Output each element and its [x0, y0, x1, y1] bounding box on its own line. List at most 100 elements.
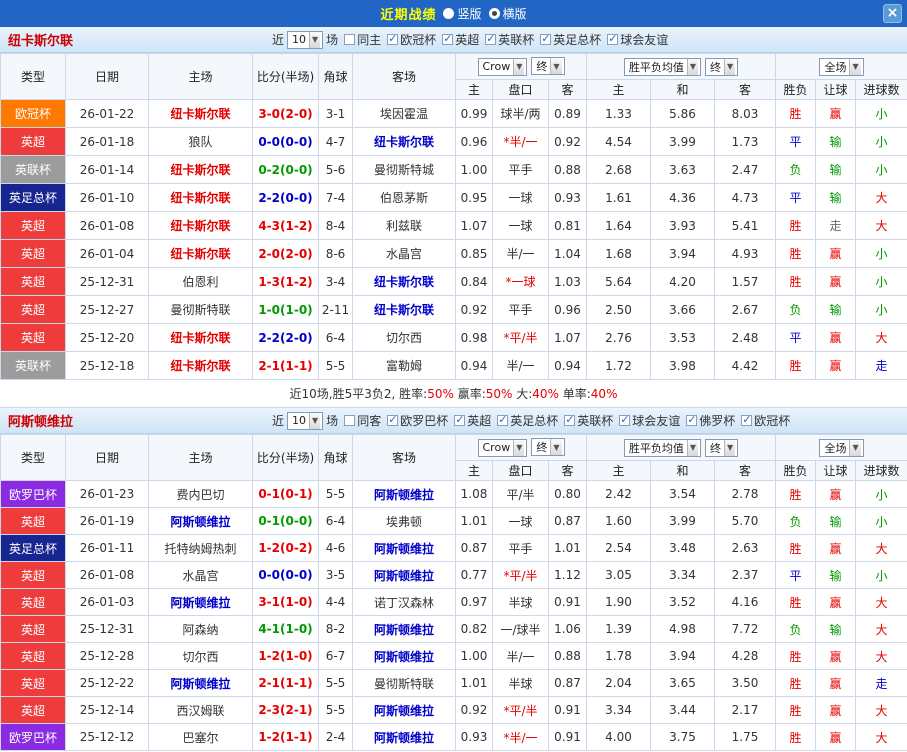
- cup-checkbox[interactable]: 欧冠杯: [741, 412, 790, 429]
- same-side-checkbox[interactable]: 同客: [344, 412, 381, 429]
- avg-home-odds: 1.64: [586, 211, 652, 240]
- team-name: 纽卡斯尔联: [0, 30, 272, 49]
- view-option-vertical[interactable]: 竖版: [443, 5, 482, 22]
- result-goals: 小: [855, 127, 907, 156]
- away-team: 水晶宫: [352, 239, 456, 268]
- ah-away-odds: 0.96: [547, 295, 588, 324]
- results-table: 类型 日期 主场 比分(半场) 角球 客场 Crow ▼ 终 ▼ 胜平负均值 ▼ 终 ▼ 全场 ▼ 主盘口客主和…: [0, 434, 907, 751]
- avg-home-odds: 1.78: [586, 642, 652, 670]
- result-goals: 走: [855, 351, 907, 380]
- avg-away-header: 客: [714, 79, 777, 100]
- home-team: 阿森纳: [148, 615, 253, 643]
- cup-checkbox[interactable]: 佛罗杯: [686, 412, 735, 429]
- competition-badge: 欧罗巴杯: [0, 480, 66, 508]
- match-row: 英足总杯 26-01-10 纽卡斯尔联 2-2(0-0) 7-4 伯恩茅斯 0.95 一球 0.…: [0, 183, 907, 212]
- ah-away-odds: 1.06: [547, 615, 588, 643]
- match-row: 英超 25-12-20 纽卡斯尔联 2-2(2-0) 6-4 切尔西 0.98 *平/半 1.0…: [0, 323, 907, 352]
- avg-draw-odds: 3.66: [650, 295, 716, 324]
- recent-count-select[interactable]: 10 ▼: [287, 411, 324, 430]
- result-handicap-header: 让球: [815, 460, 857, 481]
- ah-away-odds: 0.91: [547, 723, 588, 751]
- checkbox-icon: [540, 32, 552, 45]
- team-section: 阿斯顿维拉近10▼场同客欧罗巴杯英超英足总杯英联杯球会友谊佛罗杯欧冠杯类型日期主…: [0, 408, 907, 751]
- corners: 6-4: [318, 507, 353, 535]
- result-goals: 小: [855, 480, 907, 508]
- corners: 5-5: [318, 696, 353, 724]
- avg-stage-select-value: 终: [710, 60, 722, 74]
- avg-away-odds: 3.50: [714, 669, 777, 697]
- cup-checkbox[interactable]: 英足总杯: [497, 412, 558, 429]
- scope-select-value: 全场: [824, 441, 847, 455]
- result-goals: 小: [855, 267, 907, 296]
- match-row: 英联杯 25-12-18 纽卡斯尔联 2-1(1-1) 5-5 富勒姆 0.94 半/一 0.9…: [0, 351, 907, 380]
- avg-home-odds: 1.68: [586, 239, 652, 268]
- ah-away-odds: 0.94: [547, 351, 588, 380]
- result-handicap: 赢: [815, 323, 857, 352]
- result-handicap: 赢: [815, 696, 857, 724]
- match-date: 25-12-22: [65, 669, 149, 697]
- ah-home-odds: 0.94: [455, 351, 493, 380]
- match-date: 25-12-31: [65, 615, 149, 643]
- away-team: 伯恩茅斯: [352, 183, 456, 212]
- cup-checkbox[interactable]: 英超: [442, 31, 479, 48]
- cup-checkbox[interactable]: 欧冠杯: [387, 31, 436, 48]
- recent-count-select-value: 10: [292, 33, 307, 46]
- result-handicap: 输: [815, 155, 857, 184]
- cup-checkbox[interactable]: 欧罗巴杯: [387, 412, 448, 429]
- cup-checkbox[interactable]: 球会友谊: [619, 412, 680, 429]
- result-handicap: 输: [815, 561, 857, 589]
- avg-home-odds: 2.04: [586, 669, 652, 697]
- ah-stage-select[interactable]: 终 ▼: [531, 57, 565, 76]
- ah-line: 一/球半: [492, 615, 549, 643]
- chevron-down-icon: ▼: [724, 58, 736, 75]
- result-handicap: 走: [815, 211, 857, 240]
- same-side-checkbox[interactable]: 同主: [344, 31, 381, 48]
- popup-titlebar: 近期战绩 竖版 横版 ×: [0, 0, 907, 27]
- cup-checkbox[interactable]: 英超: [454, 412, 491, 429]
- avg-stage-select[interactable]: 终 ▼: [705, 57, 739, 76]
- team-name-text: 阿斯顿维拉: [8, 415, 74, 430]
- recent-count-select[interactable]: 10 ▼: [287, 30, 324, 49]
- summary-segment: 50%: [427, 386, 454, 401]
- recent-filter: 近 10 ▼ 场: [272, 30, 338, 49]
- result-handicap: 赢: [815, 723, 857, 751]
- result-wdl: 平: [775, 323, 817, 352]
- ah-away-odds: 1.04: [547, 239, 588, 268]
- result-handicap-header: 让球: [815, 79, 857, 100]
- team-name-text: 纽卡斯尔联: [8, 34, 74, 49]
- result-wdl: 胜: [775, 99, 817, 128]
- bookmaker-select[interactable]: Crow ▼: [477, 57, 528, 76]
- view-option-horizontal[interactable]: 横版: [488, 5, 527, 22]
- cup-checkbox[interactable]: 英联杯: [564, 412, 613, 429]
- ah-stage-select[interactable]: 终 ▼: [531, 438, 565, 457]
- cup-checkbox[interactable]: 球会友谊: [607, 31, 668, 48]
- bookmaker-select[interactable]: Crow ▼: [477, 438, 528, 457]
- scope-select[interactable]: 全场 ▼: [819, 57, 864, 76]
- ah-away-odds: 0.88: [547, 642, 588, 670]
- score: 1-2(1-1): [252, 723, 319, 751]
- corners: 7-4: [318, 183, 353, 212]
- bookmaker-select-value: Crow: [482, 441, 511, 455]
- ah-line: 半/一: [492, 239, 549, 268]
- close-button[interactable]: ×: [883, 4, 902, 23]
- avg-type-select[interactable]: 胜平负均值 ▼: [623, 57, 702, 76]
- match-date: 25-12-27: [65, 295, 149, 324]
- result-wdl: 胜: [775, 723, 817, 751]
- avg-stage-select[interactable]: 终 ▼: [705, 438, 739, 457]
- cup-checkbox[interactable]: 英足总杯: [540, 31, 601, 48]
- scope-select[interactable]: 全场 ▼: [819, 438, 864, 457]
- avg-draw-odds: 3.99: [650, 507, 716, 535]
- home-team: 巴塞尔: [148, 723, 253, 751]
- scope-group-header: 全场 ▼: [775, 434, 907, 461]
- ah-odds-group-header: Crow ▼ 终 ▼: [454, 434, 588, 461]
- match-date: 26-01-11: [65, 534, 149, 562]
- away-team: 阿斯顿维拉: [352, 561, 456, 589]
- score: 1-0(1-0): [252, 295, 319, 324]
- score: 4-3(1-2): [252, 211, 319, 240]
- col-away-header: 客场: [352, 434, 456, 481]
- match-date: 25-12-18: [65, 351, 149, 380]
- summary-segment: 40%: [532, 386, 559, 401]
- cup-checkbox[interactable]: 英联杯: [485, 31, 534, 48]
- corners: 6-7: [318, 642, 353, 670]
- avg-type-select[interactable]: 胜平负均值 ▼: [623, 438, 702, 457]
